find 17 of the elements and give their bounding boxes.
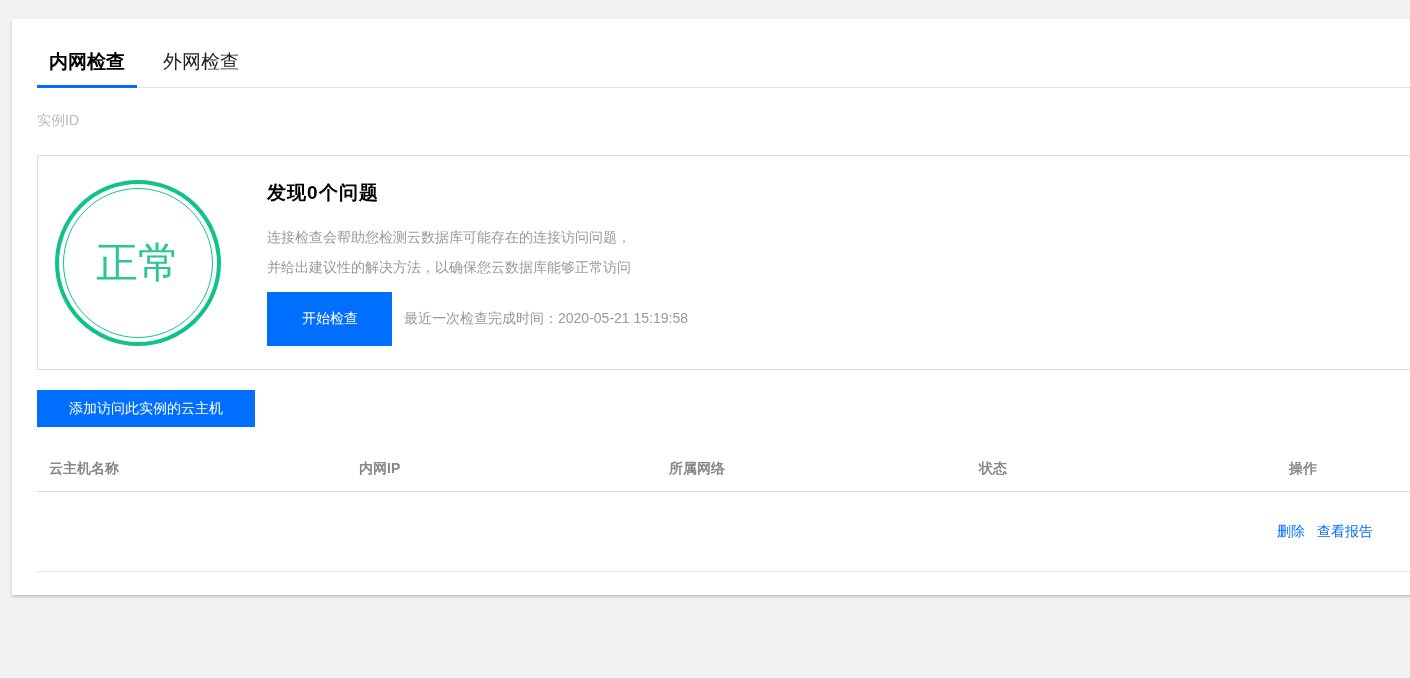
last-check-time: 最近一次检查完成时间：2020-05-21 15:19:58: [404, 309, 688, 328]
action-link[interactable]: 查看报告: [1317, 522, 1373, 541]
column-header: 操作: [1288, 460, 1318, 478]
action-link[interactable]: 删除: [1277, 522, 1305, 541]
start-check-button[interactable]: 开始检查: [267, 291, 392, 346]
column-header: 云主机名称: [48, 460, 120, 478]
status-badge: 正常: [55, 179, 221, 346]
add-host-button[interactable]: 添加访问此实例的云主机: [37, 390, 255, 427]
column-header: 所属网络: [668, 460, 726, 478]
column-header: 状态: [977, 460, 1008, 478]
column-header: 内网IP: [358, 460, 402, 478]
tab[interactable]: 内网检查: [37, 45, 137, 88]
description-text: 连接检查会帮助您检测云数据库可能存在的连接访问问题，: [267, 227, 632, 247]
instance-id-label: 实例ID: [37, 112, 80, 130]
tab[interactable]: 外网检查: [151, 45, 251, 88]
description-text: 并给出建议性的解决方法，以确保您云数据库能够正常访问: [267, 257, 632, 277]
result-title: 发现0个问题: [267, 180, 380, 205]
